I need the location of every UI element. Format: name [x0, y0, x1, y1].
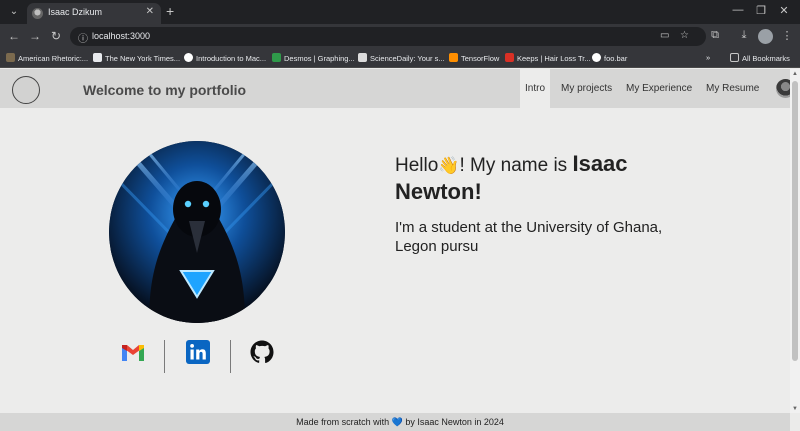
bookmark-label: TensorFlow	[461, 54, 500, 63]
social-divider	[164, 340, 165, 373]
avatar[interactable]	[776, 79, 790, 98]
page-viewport: Welcome to my portfolio Intro My project…	[0, 69, 790, 431]
bookmark-star-icon[interactable]: ☆	[680, 30, 689, 41]
address-url: localhost:3000	[92, 31, 151, 41]
bookmark-item[interactable]: foo.bar	[592, 53, 627, 63]
scroll-up-icon[interactable]: ▲	[790, 71, 800, 77]
cast-icon[interactable]: ▭	[660, 30, 669, 41]
profile-photo	[109, 141, 285, 323]
bookmarks-bar: American Rhetoric:... The New York Times…	[0, 49, 800, 68]
bookmark-item[interactable]: American Rhetoric:...	[6, 53, 88, 63]
nav-link-resume[interactable]: My Resume	[706, 83, 759, 94]
tab-favicon-icon	[32, 8, 43, 19]
waving-hand-icon: 👋	[438, 156, 460, 175]
github-icon[interactable]	[250, 340, 276, 366]
site-footer: Made from scratch with 💙 by Isaac Newton…	[0, 413, 790, 431]
bookmark-label: Desmos | Graphing...	[284, 54, 355, 63]
name-prefix: ! My name is	[459, 155, 573, 176]
restore-icon[interactable]: ❐	[753, 4, 769, 17]
bookmark-favicon-icon	[449, 53, 458, 62]
bookmark-label: American Rhetoric:...	[18, 54, 89, 63]
browser-tab[interactable]: Isaac Dzikum ✕	[27, 3, 161, 24]
intro-subtitle: I'm a student at the University of Ghana…	[395, 219, 663, 255]
bookmark-label: foo.bar	[604, 54, 628, 63]
browser-toolbar: ← → ↻ ⓘ localhost:3000 ▭ ☆ ⧉ ⤓ ⋮	[0, 24, 800, 49]
chrome-profile-icon[interactable]	[758, 29, 773, 44]
bookmark-label: Introduction to Mac...	[196, 54, 267, 63]
bookmark-favicon-icon	[592, 53, 601, 62]
all-bookmarks-label: All Bookmarks	[742, 54, 790, 63]
bookmark-favicon-icon	[184, 53, 193, 62]
nav-link-projects[interactable]: My projects	[561, 83, 612, 94]
page-scrollbar[interactable]: ▲ ▼	[790, 69, 800, 413]
new-tab-icon[interactable]: +	[166, 3, 174, 19]
bookmark-item[interactable]: Keeps | Hair Loss Tr...	[505, 53, 591, 63]
intro-greeting: Hello👋! My name is Isaac Newton!	[395, 151, 715, 207]
bookmark-item[interactable]: Desmos | Graphing...	[272, 53, 355, 63]
bookmark-favicon-icon	[6, 53, 15, 62]
site-title: Welcome to my portfolio	[83, 82, 247, 98]
site-logo[interactable]	[12, 76, 40, 104]
nav-link-intro[interactable]: Intro	[520, 69, 551, 108]
minimize-icon[interactable]: —	[730, 4, 746, 16]
gmail-icon[interactable]	[120, 340, 146, 366]
bookmark-label: The New York Times...	[105, 54, 181, 63]
footer-suffix: by Isaac Newton in 2024	[405, 417, 504, 427]
bookmark-item[interactable]: The New York Times...	[93, 53, 180, 63]
bookmark-item[interactable]: Introduction to Mac...	[184, 53, 266, 63]
back-icon[interactable]: ←	[7, 29, 21, 43]
reload-icon[interactable]: ↻	[49, 29, 63, 43]
scroll-thumb[interactable]	[792, 81, 798, 361]
address-bar[interactable]: ⓘ localhost:3000 ▭ ☆	[70, 27, 706, 46]
site-navbar: Welcome to my portfolio Intro My project…	[0, 69, 790, 108]
all-bookmarks[interactable]: All Bookmarks	[730, 53, 790, 63]
extensions-icon[interactable]: ⧉	[708, 29, 722, 42]
bookmark-favicon-icon	[272, 53, 281, 62]
footer-prefix: Made from scratch with	[296, 417, 390, 427]
tab-title: Isaac Dzikum	[48, 7, 103, 17]
scroll-down-icon[interactable]: ▼	[790, 406, 800, 412]
bookmarks-overflow-icon[interactable]: »	[706, 53, 710, 62]
bookmark-favicon-icon	[505, 53, 514, 62]
bookmark-label: ScienceDaily: Your s...	[370, 54, 445, 63]
tab-search-chevron-icon[interactable]: ⌄	[7, 5, 21, 19]
menu-kebab-icon[interactable]: ⋮	[780, 29, 794, 42]
bookmark-item[interactable]: TensorFlow	[449, 53, 499, 63]
bookmark-favicon-icon	[93, 53, 102, 62]
site-info-icon[interactable]: ⓘ	[78, 30, 88, 45]
tab-close-icon[interactable]: ✕	[146, 6, 154, 17]
linkedin-icon[interactable]	[186, 340, 212, 366]
nav-link-experience[interactable]: My Experience	[626, 83, 692, 94]
close-window-icon[interactable]: ✕	[776, 4, 792, 17]
browser-tab-strip: ⌄ Isaac Dzikum ✕ + — ❐ ✕	[0, 0, 800, 24]
forward-icon[interactable]: →	[28, 29, 42, 43]
hooded-figure-image	[109, 141, 285, 323]
bookmark-favicon-icon	[358, 53, 367, 62]
bookmark-item[interactable]: ScienceDaily: Your s...	[358, 53, 445, 63]
download-icon[interactable]: ⤓	[737, 29, 751, 42]
bookmark-label: Keeps | Hair Loss Tr...	[517, 54, 591, 63]
heart-icon: 💙	[391, 417, 403, 427]
folder-icon	[730, 53, 739, 62]
hello-text: Hello	[395, 155, 439, 176]
social-divider	[230, 340, 231, 373]
